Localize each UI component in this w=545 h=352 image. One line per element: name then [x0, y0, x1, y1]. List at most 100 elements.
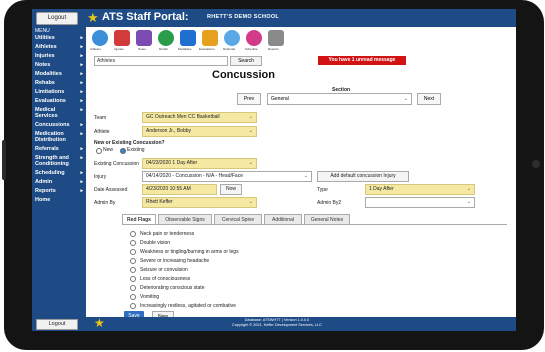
sidebar-item-home[interactable]: Home: [35, 197, 83, 203]
sidebar-item-concussions[interactable]: Concussions ▸: [35, 122, 83, 128]
footer-text: Database: ATSWHTT | Version 1.0.0.0 Copy…: [232, 318, 322, 328]
checkbox[interactable]: [130, 267, 136, 273]
checkbox[interactable]: [130, 303, 136, 309]
unread-message-banner[interactable]: You have 1 unread message: [318, 56, 406, 65]
type-label: Type: [317, 187, 328, 193]
chevron-down-icon: ⌄: [248, 128, 253, 134]
checkbox[interactable]: [130, 249, 136, 255]
sidebar-item-modalities[interactable]: Modalities ▸: [35, 71, 83, 77]
logout-bottom-button[interactable]: Logout: [36, 319, 78, 330]
admin-by2-select[interactable]: ⌄: [365, 197, 475, 208]
existing-radio[interactable]: [120, 148, 126, 154]
evaluations-icon[interactable]: [202, 30, 218, 46]
modalities-icon[interactable]: [180, 30, 196, 46]
sidebar-item-medication-distribution[interactable]: Medication Distribution ▸: [35, 131, 83, 143]
date-assessed-label: Date Assessed: [94, 187, 128, 193]
team-label: Team: [94, 115, 107, 121]
checkbox[interactable]: [130, 276, 136, 282]
red-flag-item[interactable]: Seizure or convulsion: [130, 267, 188, 273]
red-flag-item[interactable]: Neck pain or tenderness: [130, 231, 194, 237]
tab-divider: [122, 224, 507, 225]
sidebar-item-limitations[interactable]: Limitations ▸: [35, 89, 83, 95]
school-name: RHETT'S DEMO SCHOOL: [207, 14, 280, 20]
admin-by2-label: Admin By2: [317, 200, 342, 206]
toolbar-label: Referrals: [223, 47, 236, 51]
athlete-value: Anderson Jr., Bobby: [146, 128, 192, 134]
existing-concussion-select[interactable]: 04/23/2020 1 Day After ⌄: [142, 158, 257, 169]
footer-line2: Copyright © 2021, Keffer Development Ser…: [232, 323, 322, 327]
checkbox[interactable]: [130, 240, 136, 246]
sidebar-item-referrals[interactable]: Referrals ▸: [35, 146, 83, 152]
athlete-select[interactable]: Anderson Jr., Bobby ⌄: [142, 126, 257, 137]
tablet-camera-dot: [532, 160, 540, 168]
toolbar-label: Injuries: [114, 47, 124, 51]
red-flag-item[interactable]: Weakness or tingling/burning in arms or …: [130, 249, 239, 255]
prev-button[interactable]: Prev: [237, 93, 261, 105]
chevron-down-icon: ⌄: [403, 96, 408, 102]
sidebar-item-evaluations[interactable]: Evaluations ▸: [35, 98, 83, 104]
checkbox[interactable]: [130, 258, 136, 264]
add-default-injury-button[interactable]: Add default concussion Injury: [317, 171, 409, 182]
rehab-icon[interactable]: [158, 30, 174, 46]
sidebar-item-injuries[interactable]: Injuries ▸: [35, 53, 83, 59]
now-button[interactable]: Now: [220, 184, 242, 195]
date-assessed-field[interactable]: 4/23/2020 10:55 AM: [142, 184, 217, 195]
portal-title: ATS Staff Portal:: [102, 11, 189, 23]
existing-option-label: Existing: [127, 147, 145, 153]
injuries-icon[interactable]: [114, 30, 130, 46]
logout-button[interactable]: Logout: [36, 12, 78, 25]
toolbar-label: Evaluations: [199, 47, 215, 51]
sidebar-item-admin[interactable]: Admin ▸: [35, 179, 83, 185]
sidebar-item-medical-services[interactable]: Medical Services ▸: [35, 107, 83, 119]
toolbar-label: Modalities: [178, 47, 192, 51]
checkbox[interactable]: [130, 285, 136, 291]
new-option-label: New: [103, 147, 114, 153]
type-value: 1 Day After: [369, 186, 394, 192]
chevron-down-icon: ⌄: [466, 199, 471, 205]
referrals-icon[interactable]: [224, 30, 240, 46]
team-value: GC Outreach Men CC Basketball: [146, 114, 220, 120]
sidebar-item-athletes[interactable]: Athletes ▸: [35, 44, 83, 50]
reports-icon[interactable]: [268, 30, 284, 46]
new-radio[interactable]: [96, 148, 102, 154]
type-select[interactable]: 1 Day After ⌄: [365, 184, 475, 195]
new-existing-label: New or Existing Concussion?: [94, 140, 165, 146]
athletes-icon[interactable]: [92, 30, 108, 46]
star-logo-icon: ★: [87, 10, 99, 25]
red-flag-item[interactable]: Increasingly restless, agitated or comba…: [130, 303, 236, 309]
sidebar-item-notes[interactable]: Notes ▸: [35, 62, 83, 68]
sidebar-item-rehabs[interactable]: Rehabs ▸: [35, 80, 83, 86]
existing-concussion-value: 04/23/2020 1 Day After: [146, 160, 198, 166]
red-flag-item[interactable]: Double vision: [130, 240, 170, 246]
checkbox[interactable]: [130, 231, 136, 237]
toolbar-label: Reports: [268, 47, 279, 51]
chevron-down-icon: ⌄: [248, 114, 253, 120]
section-select[interactable]: General ⌄: [267, 93, 412, 105]
admin-by-select[interactable]: Rhett Keffer ⌄: [142, 197, 257, 208]
schedule-icon[interactable]: [246, 30, 262, 46]
red-flag-item[interactable]: Deteriorating conscious state: [130, 285, 204, 291]
tablet-side-button: [2, 140, 6, 180]
injury-select[interactable]: 04/14/2020 - Concussion - N/A - Head/Fac…: [142, 171, 312, 182]
sidebar-item-strength-conditioning[interactable]: Strength and Conditioning ▸: [35, 155, 83, 167]
team-select[interactable]: GC Outreach Men CC Basketball ⌄: [142, 112, 257, 123]
chevron-down-icon: ⌄: [248, 199, 253, 205]
chevron-down-icon: ⌄: [248, 160, 253, 166]
chevron-down-icon: ⌄: [303, 173, 308, 179]
checkbox[interactable]: [130, 294, 136, 300]
admin-by-value: Rhett Keffer: [146, 199, 173, 205]
toolbar-label: Schedule: [245, 47, 258, 51]
athletes-select[interactable]: Athletes: [94, 56, 228, 66]
chevron-down-icon: ⌄: [466, 186, 471, 192]
notes-icon[interactable]: [136, 30, 152, 46]
red-flag-item[interactable]: Vomiting: [130, 294, 159, 300]
red-flag-item[interactable]: Severe or increasing headache: [130, 258, 209, 264]
athlete-label: Athlete: [94, 129, 110, 135]
sidebar-item-reports[interactable]: Reports ▸: [35, 188, 83, 194]
search-button[interactable]: Search: [230, 56, 262, 66]
page-title: Concussion: [212, 69, 275, 81]
next-button[interactable]: Next: [417, 93, 441, 105]
sidebar-item-scheduling[interactable]: Scheduling ▸: [35, 170, 83, 176]
sidebar-item-utilities[interactable]: Utilities ▸: [35, 35, 83, 41]
red-flag-item[interactable]: Loss of consciousness: [130, 276, 190, 282]
